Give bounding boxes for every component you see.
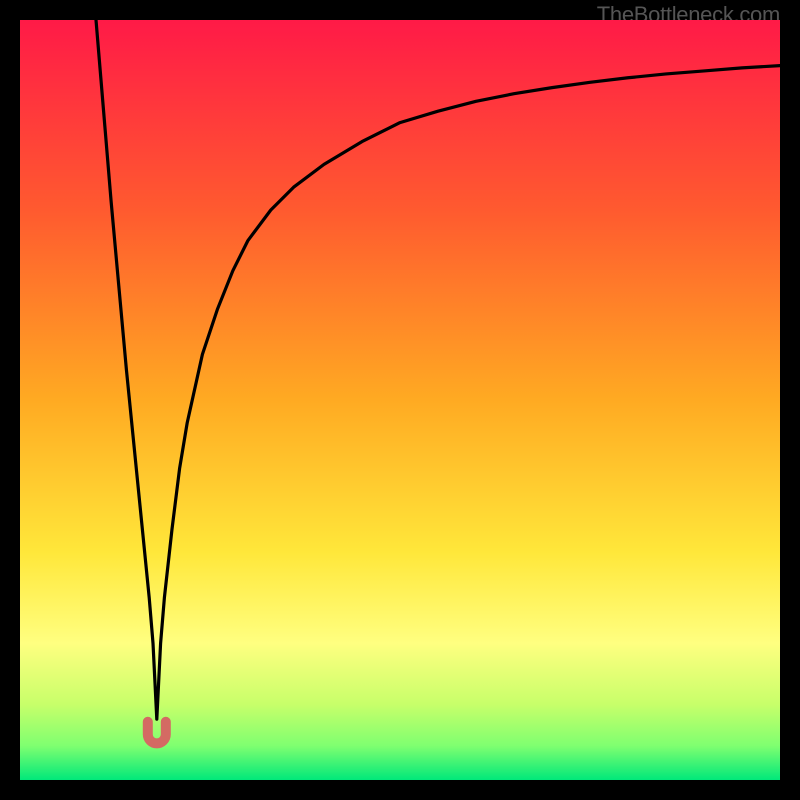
chart-frame (20, 20, 780, 780)
chart-plot (20, 20, 780, 780)
chart-background (20, 20, 780, 780)
